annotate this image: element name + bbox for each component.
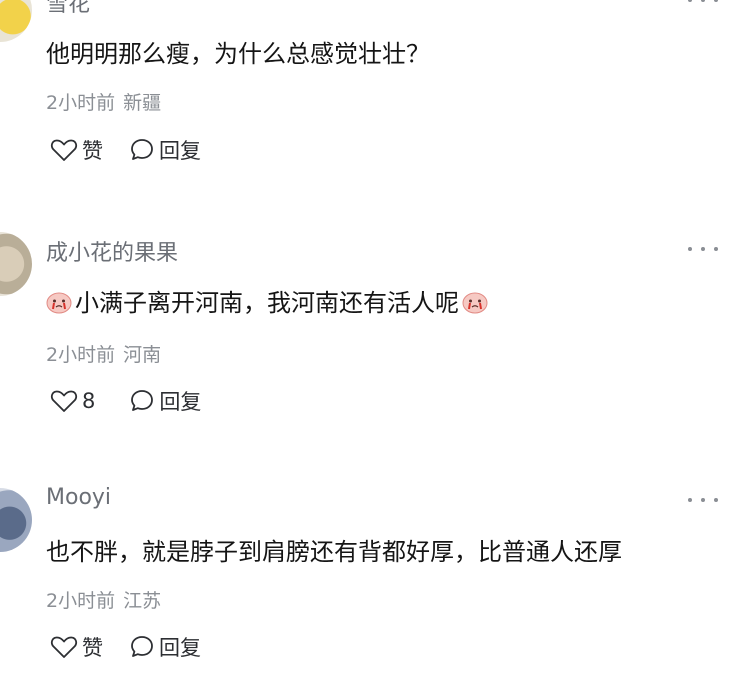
more-dots-icon[interactable]: [688, 0, 718, 4]
comment-actions: 赞 回复: [50, 632, 201, 662]
speech-bubble-icon: [129, 388, 155, 414]
reply-button[interactable]: 回复: [129, 386, 201, 416]
comment-meta: 2小时前 河南: [46, 340, 161, 367]
reply-label: 回复: [159, 390, 202, 414]
crying-face-emoji: [46, 287, 72, 315]
like-button[interactable]: 8: [50, 389, 95, 413]
comment-meta: 2小时前 江苏: [46, 586, 161, 613]
username[interactable]: 成小花的果果: [46, 235, 178, 267]
comment-body: 他明明那么瘦，为什么总感觉壮壮？: [46, 40, 430, 68]
more-dots-icon[interactable]: [688, 245, 718, 253]
comment-meta: 2小时前 新疆: [46, 88, 161, 115]
comment-body: 小满子离开河南，我河南还有活人呢: [75, 289, 459, 317]
avatar[interactable]: [0, 0, 32, 42]
timestamp: 2小时前: [46, 590, 116, 612]
reply-button[interactable]: 回复: [129, 632, 201, 662]
heart-outline-icon: [50, 138, 78, 162]
comment-actions: 8 回复: [50, 386, 201, 416]
comment-actions: 赞 回复: [50, 135, 201, 165]
location: 新疆: [123, 92, 162, 114]
like-button[interactable]: 赞: [50, 135, 103, 165]
crying-face-emoji: [462, 287, 488, 315]
reply-button[interactable]: 回复: [129, 135, 201, 165]
speech-bubble-icon: [129, 137, 155, 163]
reply-label: 回复: [159, 636, 201, 660]
avatar[interactable]: [0, 488, 32, 552]
comment-text: 也不胖，就是脖子到肩膀还有背都好厚，比普通人还厚: [46, 532, 622, 567]
timestamp: 2小时前: [46, 344, 116, 366]
username[interactable]: 雪花: [46, 0, 90, 18]
timestamp: 2小时前: [46, 92, 116, 114]
more-dots-icon[interactable]: [688, 496, 718, 504]
avatar[interactable]: [0, 232, 32, 296]
location: 江苏: [123, 590, 162, 612]
comment-body: 也不胖，就是脖子到肩膀还有背都好厚，比普通人还厚: [46, 538, 622, 566]
speech-bubble-icon: [129, 634, 155, 660]
like-button[interactable]: 赞: [50, 632, 103, 662]
like-label: 赞: [82, 139, 103, 163]
like-label: 赞: [82, 636, 103, 660]
username[interactable]: Mooyi: [46, 485, 111, 510]
heart-outline-icon: [50, 635, 78, 659]
heart-outline-icon: [50, 389, 78, 413]
comment-text: 他明明那么瘦，为什么总感觉壮壮？: [46, 34, 430, 69]
like-count: 8: [82, 389, 96, 413]
comment-text: 小满子离开河南，我河南还有活人呢: [46, 283, 488, 318]
location: 河南: [123, 344, 162, 366]
reply-label: 回复: [159, 139, 201, 163]
